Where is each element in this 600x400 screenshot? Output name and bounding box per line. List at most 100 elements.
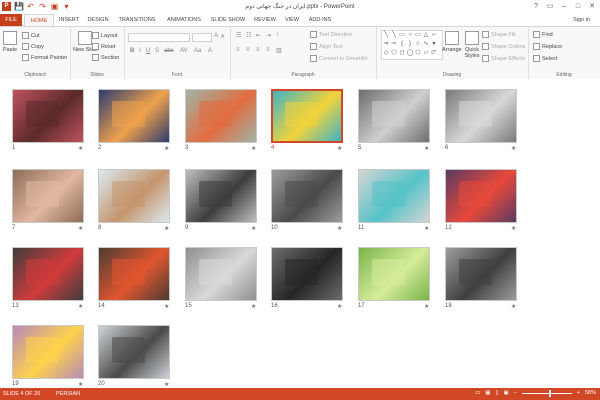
- slide-thumbnail[interactable]: [445, 89, 517, 143]
- transition-star-icon[interactable]: ★: [251, 225, 256, 232]
- slide-thumbnail[interactable]: [98, 325, 170, 379]
- align-center-icon[interactable]: ≡: [246, 47, 250, 53]
- copy-button[interactable]: Copy: [22, 43, 44, 50]
- transition-star-icon[interactable]: ★: [337, 225, 342, 232]
- slide-thumbnail[interactable]: [12, 169, 84, 223]
- strikethrough-icon[interactable]: abc: [164, 48, 174, 54]
- slide-thumbnail[interactable]: [12, 247, 84, 301]
- arrange-button[interactable]: Arrange: [442, 31, 462, 53]
- font-name-box[interactable]: [128, 33, 190, 42]
- slide-thumbnail[interactable]: [271, 247, 343, 301]
- zoom-in-icon[interactable]: +: [577, 390, 580, 396]
- bullets-icon[interactable]: ☰: [236, 32, 241, 39]
- tab-slide-show[interactable]: SLIDE SHOW: [208, 14, 248, 26]
- callout-shape-icon[interactable]: ◯: [406, 49, 414, 58]
- transition-star-icon[interactable]: ★: [511, 225, 516, 232]
- rectangle-shape-icon[interactable]: ▭: [398, 31, 406, 40]
- transition-star-icon[interactable]: ★: [164, 303, 169, 310]
- callout-shape-icon[interactable]: ◻: [398, 49, 406, 58]
- text-direction-button[interactable]: Text Direction: [310, 31, 352, 38]
- slide-thumbnail[interactable]: [445, 169, 517, 223]
- maximize-button[interactable]: □: [572, 1, 584, 12]
- transition-star-icon[interactable]: ★: [424, 225, 429, 232]
- slideshow-view-icon[interactable]: ▣: [504, 390, 509, 396]
- align-text-button[interactable]: Align Text: [310, 43, 343, 50]
- zoom-out-icon[interactable]: –: [514, 390, 517, 396]
- callout-shape-icon[interactable]: ⬠: [390, 49, 398, 58]
- zoom-slider[interactable]: [521, 389, 572, 397]
- transition-star-icon[interactable]: ★: [164, 225, 169, 232]
- slide-thumbnail[interactable]: [185, 247, 257, 301]
- justify-icon[interactable]: ≡: [266, 47, 270, 53]
- tab-file[interactable]: FILE: [0, 14, 22, 26]
- callout-shape-icon[interactable]: ◸: [430, 49, 438, 58]
- tab-add-ins[interactable]: ADD-INS: [304, 14, 336, 26]
- find-button[interactable]: Find: [533, 31, 553, 38]
- rectangle-shape-icon[interactable]: ▭: [414, 31, 422, 40]
- transition-star-icon[interactable]: ★: [251, 145, 256, 152]
- close-button[interactable]: ✕: [586, 1, 598, 12]
- line-spacing-icon[interactable]: ↕: [276, 32, 279, 38]
- transition-star-icon[interactable]: ★: [164, 381, 169, 388]
- paste-button[interactable]: Paste: [3, 31, 17, 53]
- bold-icon[interactable]: B: [130, 48, 134, 54]
- underline-icon[interactable]: U: [146, 48, 150, 54]
- arrow-shape-icon[interactable]: ⇒: [382, 40, 390, 49]
- replace-button[interactable]: Replace: [533, 43, 562, 50]
- brace-shape-icon[interactable]: }: [406, 40, 414, 49]
- slide-thumbnail[interactable]: [98, 247, 170, 301]
- increase-font-icon[interactable]: A: [214, 33, 218, 39]
- callout-shape-icon[interactable]: ▱: [422, 49, 430, 58]
- transition-star-icon[interactable]: ★: [78, 381, 83, 388]
- slide-thumbnail[interactable]: [12, 89, 84, 143]
- slide-sorter-icon[interactable]: ▦: [485, 390, 490, 396]
- minimize-button[interactable]: –: [558, 1, 570, 12]
- shape-effects-button[interactable]: Shape Effects: [482, 55, 525, 62]
- font-size-box[interactable]: [192, 33, 212, 42]
- section-button[interactable]: Section: [92, 54, 119, 61]
- slide-thumbnail[interactable]: [185, 169, 257, 223]
- convert-smartart-button[interactable]: Convert to SmartArt: [310, 55, 368, 62]
- tab-review[interactable]: REVIEW: [250, 14, 280, 26]
- transition-star-icon[interactable]: ★: [424, 303, 429, 310]
- tab-animations[interactable]: ANIMATIONS: [162, 14, 206, 26]
- numbering-icon[interactable]: ☷: [246, 32, 251, 39]
- spacing-icon[interactable]: AV: [180, 48, 188, 54]
- decrease-font-icon[interactable]: A: [221, 34, 224, 40]
- shape-fill-button[interactable]: Shape Fill: [482, 31, 515, 38]
- decrease-indent-icon[interactable]: ⇤: [256, 32, 261, 39]
- align-right-icon[interactable]: ≡: [256, 47, 260, 53]
- transition-star-icon[interactable]: ★: [424, 145, 429, 152]
- transition-star-icon[interactable]: ★: [511, 145, 516, 152]
- change-case-icon[interactable]: Aa: [194, 48, 201, 54]
- sign-in-link[interactable]: Sign in: [573, 14, 590, 26]
- slide-thumbnail[interactable]: [98, 169, 170, 223]
- tab-view[interactable]: VIEW: [282, 14, 302, 26]
- curve-shape-icon[interactable]: ∿: [422, 40, 430, 49]
- line-shape-icon[interactable]: ╲: [390, 31, 398, 40]
- tab-home[interactable]: HOME: [24, 14, 54, 26]
- language-indicator[interactable]: PERSIAN: [56, 391, 80, 397]
- shadow-icon[interactable]: S: [155, 48, 159, 54]
- increase-indent-icon[interactable]: ⇥: [266, 32, 271, 39]
- cut-button[interactable]: Cut: [22, 32, 40, 39]
- quick-styles-button[interactable]: Quick Styles: [464, 31, 480, 59]
- transition-star-icon[interactable]: ★: [78, 303, 83, 310]
- star-shape-icon[interactable]: ☆: [414, 40, 422, 49]
- connector-shape-icon[interactable]: ⌐: [430, 31, 438, 40]
- arrow-shape-icon[interactable]: ⇨: [390, 40, 398, 49]
- oval-shape-icon[interactable]: ○: [406, 31, 414, 40]
- shapes-gallery[interactable]: ╲ ╲ ▭ ○ ▭ △ ⌐ ⇒ ⇨{} ☆ ∿ ▾ ◇ ⬠ ◻ ◯ ⬡ ▱ ◸: [381, 30, 443, 60]
- select-button[interactable]: Select: [533, 55, 557, 62]
- triangle-shape-icon[interactable]: △: [422, 31, 430, 40]
- callout-shape-icon[interactable]: ◇: [382, 49, 390, 58]
- slide-thumbnail[interactable]: [98, 89, 170, 143]
- transition-star-icon[interactable]: ★: [337, 145, 342, 152]
- slide-thumbnail[interactable]: [358, 89, 430, 143]
- normal-view-icon[interactable]: ▭: [475, 390, 480, 396]
- transition-star-icon[interactable]: ★: [511, 303, 516, 310]
- slide-thumbnail[interactable]: [445, 247, 517, 301]
- reading-view-icon[interactable]: ▯: [495, 390, 498, 396]
- slide-thumbnail[interactable]: [185, 89, 257, 143]
- transition-star-icon[interactable]: ★: [251, 303, 256, 310]
